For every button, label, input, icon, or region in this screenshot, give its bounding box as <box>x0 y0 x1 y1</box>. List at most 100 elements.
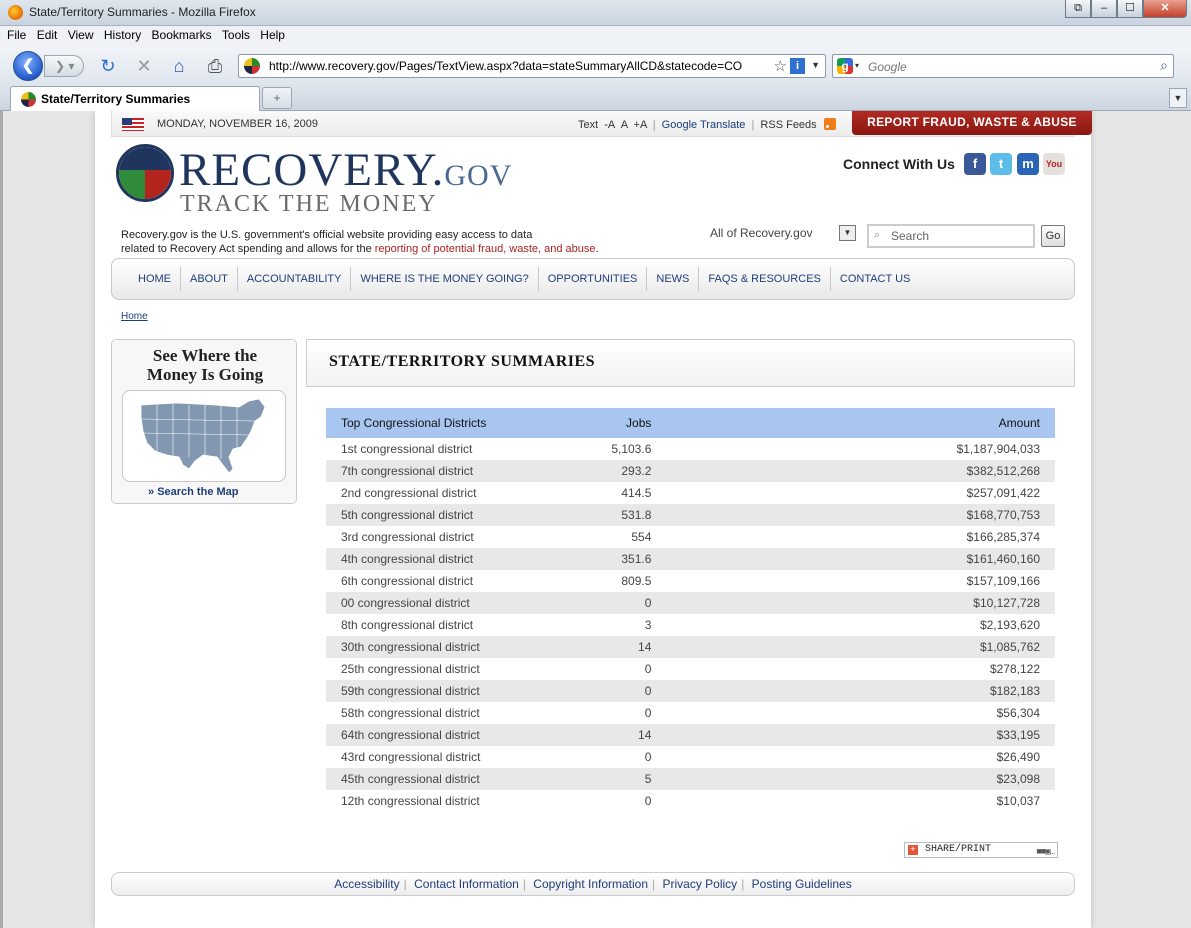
site-search-input[interactable]: ⌕ Search <box>867 224 1035 248</box>
footer-copyright[interactable]: Copyright Information <box>533 877 648 891</box>
rss-icon[interactable] <box>823 118 836 130</box>
new-tab-button[interactable]: + <box>262 87 292 109</box>
menu-history[interactable]: History <box>104 26 141 44</box>
menu-view[interactable]: View <box>68 26 94 44</box>
search-placeholder: Google <box>868 60 907 74</box>
forward-button[interactable]: ❯ ▾ <box>44 55 84 77</box>
table-row: 8th congressional district 3 $2,193,620 <box>326 614 1055 636</box>
cell-amount: $26,490 <box>996 750 1040 764</box>
text-larger-link[interactable]: +A <box>634 119 647 131</box>
tab-list-icon[interactable]: ▼ <box>1169 88 1187 108</box>
share-services-icon: ■■▣… <box>1036 847 1055 857</box>
table-row: 45th congressional district 5 $23,098 <box>326 768 1055 790</box>
search-go-button[interactable]: Go <box>1041 225 1065 247</box>
tab-label: State/Territory Summaries <box>41 92 191 106</box>
cell-jobs: 0 <box>644 750 652 764</box>
nav-opportunities[interactable]: OPPORTUNITIES <box>539 267 648 291</box>
reload-icon[interactable]: ↻ <box>97 56 119 76</box>
site-favicon-icon <box>244 58 260 74</box>
myspace-icon[interactable]: m <box>1017 153 1039 175</box>
search-icon: ⌕ <box>874 229 881 241</box>
google-icon[interactable]: g <box>837 58 853 74</box>
nav-contact[interactable]: CONTACT US <box>831 267 920 291</box>
cell-jobs: 14 <box>574 636 895 658</box>
page-viewport: MONDAY, NOVEMBER 16, 2009 Text -A A +A |… <box>0 111 1191 928</box>
cell-amount: $2,193,620 <box>979 618 1040 632</box>
menu-help[interactable]: Help <box>260 26 285 44</box>
youtube-icon[interactable]: You <box>1043 153 1065 175</box>
recovery-seal-logo[interactable] <box>116 144 174 202</box>
nav-faqs[interactable]: FAQS & RESOURCES <box>699 267 831 291</box>
recovery-page: MONDAY, NOVEMBER 16, 2009 Text -A A +A |… <box>95 111 1092 928</box>
cell-jobs: 809.5 <box>621 574 652 588</box>
menu-edit[interactable]: Edit <box>37 26 58 44</box>
nav-where-money[interactable]: WHERE IS THE MONEY GOING? <box>351 267 539 291</box>
report-fraud-link[interactable]: reporting of potential fraud, waste, and… <box>375 243 596 255</box>
cell-jobs: 414.5 <box>621 486 652 500</box>
cell-district: 64th congressional district <box>326 724 575 746</box>
maximize-button[interactable]: ☐ <box>1117 0 1143 18</box>
footer-posting[interactable]: Posting Guidelines <box>752 877 852 891</box>
cell-district: 59th congressional district <box>326 680 575 702</box>
cell-district: 58th congressional district <box>341 706 480 720</box>
cell-jobs: 5,103.6 <box>611 442 652 456</box>
cell-amount: $278,122 <box>989 662 1040 676</box>
google-translate-link[interactable]: Google Translate <box>662 119 746 131</box>
footer-privacy[interactable]: Privacy Policy <box>663 877 738 891</box>
menu-tools[interactable]: Tools <box>222 26 250 44</box>
text-normal-link[interactable]: A <box>621 119 628 131</box>
address-bar[interactable]: http://www.recovery.gov/Pages/TextView.a… <box>238 54 826 78</box>
site-info-icon[interactable]: i <box>790 58 805 74</box>
cell-amount: $10,127,728 <box>894 592 1055 614</box>
bookmark-star-icon[interactable]: ☆ <box>774 57 787 75</box>
share-print-button[interactable]: + SHARE/PRINT ■■▣… <box>904 842 1058 858</box>
table-row: 3rd congressional district 554 $166,285,37… <box>326 526 1055 548</box>
nav-news[interactable]: NEWS <box>647 267 700 291</box>
footer-contact[interactable]: Contact Information <box>414 877 519 891</box>
tab-state-summaries[interactable]: State/Territory Summaries <box>10 86 260 111</box>
window-controls: ⧉ ‒ ☐ ✕ <box>1065 0 1187 19</box>
table-row: 5th congressional district 531.8 $168,770,… <box>326 504 1055 526</box>
table-row: 25th congressional district 0 $278,122 <box>326 658 1055 680</box>
table-row: 00 congressional district 0 $10,127,728 <box>326 592 1055 614</box>
menu-file[interactable]: File <box>7 26 26 44</box>
chevron-down-icon[interactable]: ▼ <box>839 225 856 241</box>
url-dropdown-icon[interactable]: ▼ <box>811 60 820 70</box>
home-icon[interactable]: ⌂ <box>168 56 190 76</box>
stop-icon[interactable]: ✕ <box>133 56 155 76</box>
rss-feeds-link[interactable]: RSS Feeds <box>760 119 816 131</box>
menu-bookmarks[interactable]: Bookmarks <box>152 26 212 44</box>
report-fraud-button[interactable]: REPORT FRAUD, WASTE & ABUSE <box>852 111 1092 135</box>
table-row: 30th congressional district 14 $1,085,762 <box>326 636 1055 658</box>
us-map-thumbnail[interactable] <box>122 390 286 482</box>
cell-district: 8th congressional district <box>341 618 474 632</box>
footer-links: Accessibility | Contact Information | Copy… <box>111 872 1075 896</box>
nav-home[interactable]: HOME <box>129 267 181 291</box>
nav-about[interactable]: ABOUT <box>181 267 238 291</box>
cell-jobs: 0 <box>574 680 895 702</box>
text-smaller-link[interactable]: -A <box>604 119 614 131</box>
nav-accountability[interactable]: ACCOUNTABILITY <box>238 267 352 291</box>
breadcrumb-home[interactable]: Home <box>121 311 148 322</box>
page-title: STATE/TERRITORY SUMMARIES <box>329 353 596 370</box>
twitter-icon[interactable]: t <box>990 153 1012 175</box>
minimize-button[interactable]: ‒ <box>1091 0 1117 18</box>
site-logo[interactable]: RECOVERY.GOV <box>179 147 512 194</box>
search-icon[interactable]: ⌕ <box>1160 57 1168 74</box>
engine-dropdown-icon[interactable]: ▾ <box>855 61 859 70</box>
facebook-icon[interactable]: f <box>964 153 986 175</box>
search-map-link[interactable]: » Search the Map <box>148 486 239 498</box>
close-button[interactable]: ✕ <box>1143 0 1187 18</box>
scrollbar[interactable] <box>0 111 3 928</box>
cell-district: 5th congressional district <box>326 504 575 526</box>
table-row: 12th congressional district 0 $10,037 <box>326 790 1055 812</box>
search-scope-select[interactable]: All of Recovery.gov <box>710 226 813 240</box>
cell-jobs: 351.6 <box>574 548 895 570</box>
cell-district: 45th congressional district <box>326 768 575 790</box>
print-icon[interactable]: ⎙ <box>204 56 226 76</box>
restore-icon[interactable]: ⧉ <box>1065 0 1091 18</box>
footer-accessibility[interactable]: Accessibility <box>334 877 399 891</box>
desc-line2-prefix: related to Recovery Act spending and all… <box>121 243 375 255</box>
search-bar[interactable]: g ▾ Google ⌕ <box>832 54 1174 78</box>
back-button[interactable]: ❮ <box>13 51 43 81</box>
